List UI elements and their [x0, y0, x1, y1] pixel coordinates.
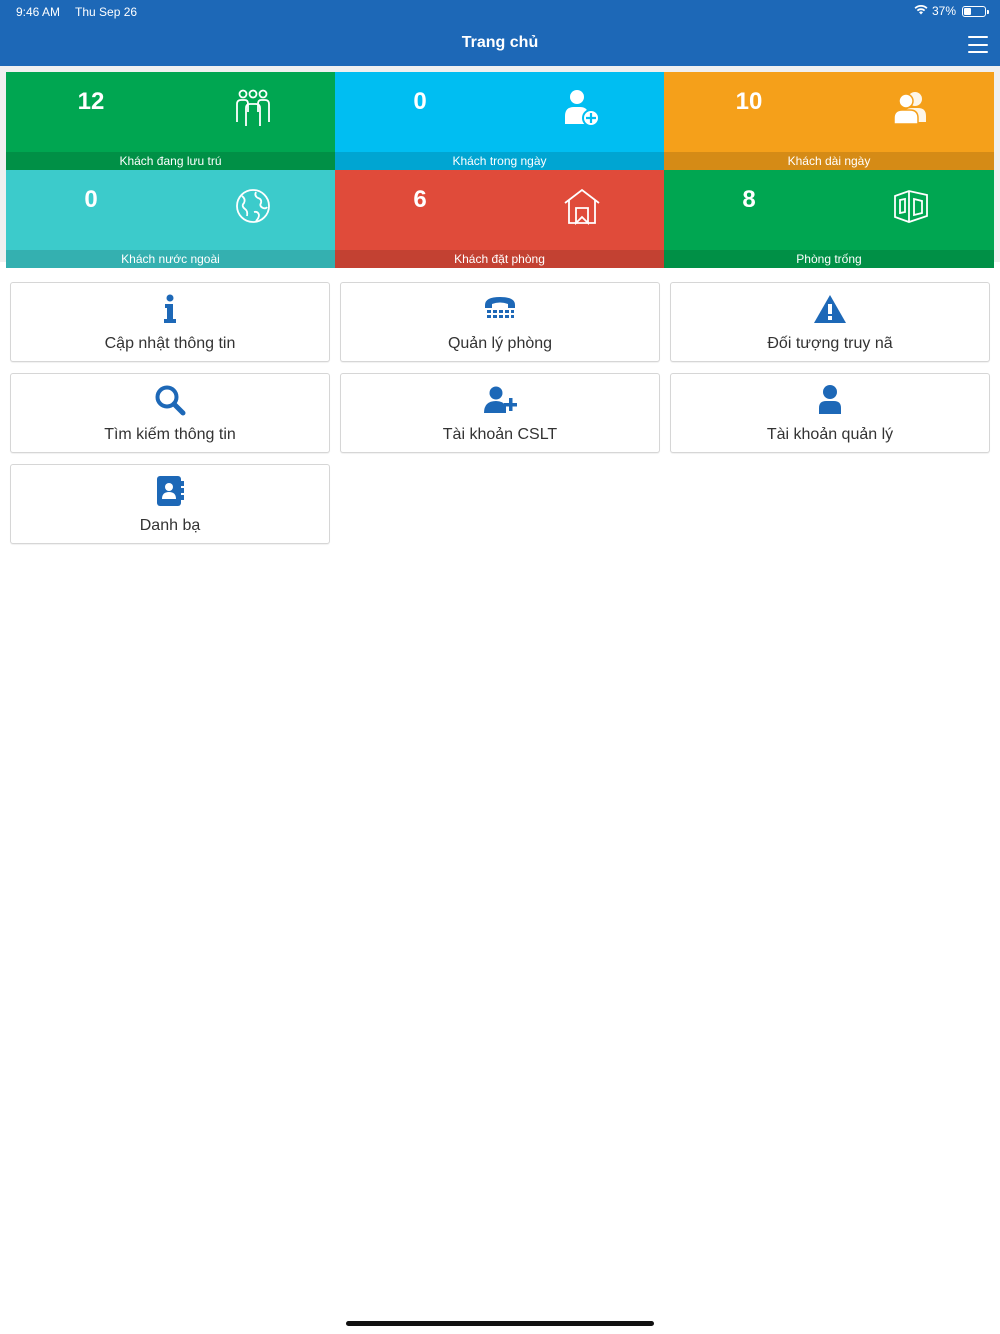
info-icon	[153, 293, 187, 325]
tile-label: Khách dài ngày	[664, 152, 994, 170]
tile-label: Khách đặt phòng	[335, 250, 664, 268]
menu-grid: Cập nhật thông tin Quản lý phòng Đối tượ…	[10, 282, 990, 544]
tile-count: 12	[77, 88, 105, 115]
room-icon	[890, 186, 932, 226]
tile-label: Khách trong ngày	[335, 152, 664, 170]
status-indicators: 37%	[914, 4, 989, 18]
tile-empty-rooms[interactable]: 8 Phòng trống	[664, 170, 994, 268]
tile-label: Khách nước ngoài	[6, 250, 335, 268]
card-label: Cập nhật thông tin	[104, 335, 236, 352]
tile-count: 10	[735, 88, 763, 115]
card-label: Tài khoản quản lý	[766, 426, 894, 443]
tile-guests-long-stay[interactable]: 10 Khách dài ngày	[664, 72, 994, 170]
update-info-button[interactable]: Cập nhật thông tin	[10, 282, 330, 362]
card-label: Quản lý phòng	[447, 335, 553, 352]
tile-guests-staying[interactable]: 12 Khách đang lưu trú	[6, 72, 335, 170]
battery-icon	[962, 5, 989, 17]
page-title: Trang chủ	[461, 34, 539, 51]
tile-label: Khách đang lưu trú	[6, 152, 335, 170]
warning-icon	[813, 293, 847, 325]
phone-icon	[483, 293, 517, 325]
hamburger-menu-button[interactable]	[968, 36, 988, 53]
card-label: Đối tượng truy nã	[767, 335, 893, 352]
menu-icon-bar	[968, 51, 988, 53]
stats-grid: 12 Khách đang lưu trú 0 Khách trong ngày…	[6, 72, 994, 268]
card-label: Danh bạ	[139, 517, 201, 534]
admin-account-button[interactable]: Tài khoản quản lý	[670, 373, 990, 453]
tile-booked-guests[interactable]: 6 Khách đặt phòng	[335, 170, 664, 268]
user-icon	[813, 384, 847, 416]
tile-guests-today[interactable]: 0 Khách trong ngày	[335, 72, 664, 170]
wifi-icon	[914, 4, 928, 18]
contacts-button[interactable]: Danh bạ	[10, 464, 330, 544]
globe-icon	[232, 186, 274, 226]
menu-icon-bar	[968, 36, 988, 38]
users-icon	[890, 88, 932, 128]
cslt-account-button[interactable]: Tài khoản CSLT	[340, 373, 660, 453]
tile-count: 0	[84, 186, 98, 213]
wanted-persons-button[interactable]: Đối tượng truy nã	[670, 282, 990, 362]
group-icon	[232, 88, 274, 128]
top-bar: 9:46 AM Thu Sep 26 37% Trang chủ	[0, 0, 1000, 66]
user-plus-icon	[483, 384, 517, 416]
battery-percent: 37%	[931, 4, 956, 18]
tile-count: 8	[742, 186, 756, 213]
menu-icon-bar	[968, 43, 988, 46]
tile-count: 0	[413, 88, 427, 115]
room-management-button[interactable]: Quản lý phòng	[340, 282, 660, 362]
search-icon	[153, 384, 187, 416]
tile-count: 6	[413, 186, 427, 213]
tile-foreign-guests[interactable]: 0 Khách nước ngoài	[6, 170, 335, 268]
search-info-button[interactable]: Tìm kiếm thông tin	[10, 373, 330, 453]
add-user-icon	[561, 88, 603, 128]
status-date: Thu Sep 26	[75, 5, 138, 19]
contacts-icon	[153, 475, 187, 507]
tile-label: Phòng trống	[664, 250, 994, 268]
battery-level	[964, 7, 971, 15]
status-time: 9:46 AM	[16, 5, 61, 19]
card-label: Tài khoản CSLT	[442, 426, 558, 443]
home-indicator	[346, 1321, 654, 1326]
card-label: Tìm kiếm thông tin	[104, 426, 236, 443]
house-icon	[561, 186, 603, 226]
